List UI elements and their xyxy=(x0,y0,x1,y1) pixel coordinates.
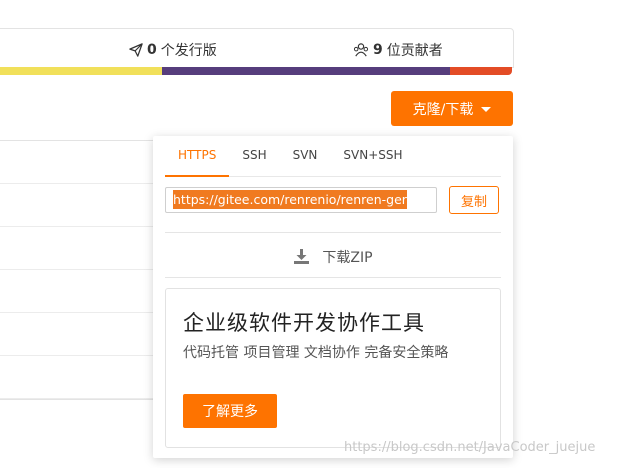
download-icon xyxy=(294,249,310,264)
learn-more-button[interactable]: 了解更多 xyxy=(183,394,277,428)
users-icon xyxy=(353,43,369,57)
language-segment xyxy=(450,67,512,75)
protocol-tabs: HTTPS SSH SVN SVN+SSH xyxy=(165,144,501,177)
releases-stat[interactable]: 0 个发行版 xyxy=(129,40,217,60)
list-item[interactable] xyxy=(0,313,158,356)
tab-https[interactable]: HTTPS xyxy=(165,144,230,177)
watermark: https://blog.csdn.net/JavaCoder_juejue xyxy=(344,440,596,455)
list-item[interactable] xyxy=(0,227,158,270)
tab-svn-ssh[interactable]: SVN+SSH xyxy=(330,144,415,175)
download-zip-label: 下载ZIP xyxy=(322,250,373,266)
contributors-stat[interactable]: 9 位贡献者 xyxy=(353,40,443,60)
promo-subtitle: 代码托管 项目管理 文档协作 完备安全策略 xyxy=(183,345,449,361)
releases-count: 0 xyxy=(147,42,157,58)
contributors-count: 9 xyxy=(373,42,383,58)
language-segment xyxy=(0,67,163,75)
download-zip-button[interactable]: 下载ZIP xyxy=(153,244,513,270)
tab-svn[interactable]: SVN xyxy=(280,144,331,175)
divider xyxy=(165,232,501,233)
language-segment xyxy=(162,67,451,75)
clone-url-value: https://gitee.com/renrenio/renren-ger xyxy=(173,190,407,209)
list-item[interactable] xyxy=(0,184,158,227)
send-icon xyxy=(129,43,143,57)
language-bar xyxy=(0,67,512,75)
clone-download-button[interactable]: 克隆/下载 xyxy=(391,91,513,126)
promo-title: 企业级软件开发协作工具 xyxy=(183,311,425,335)
copy-button[interactable]: 复制 xyxy=(449,186,499,214)
file-list xyxy=(0,140,159,400)
list-item[interactable] xyxy=(0,270,158,313)
list-item[interactable] xyxy=(0,356,158,399)
contributors-label: 位贡献者 xyxy=(386,43,443,59)
list-item[interactable] xyxy=(0,141,158,184)
promo-card: 企业级软件开发协作工具 代码托管 项目管理 文档协作 完备安全策略 了解更多 xyxy=(165,288,501,448)
divider xyxy=(165,277,501,278)
chevron-down-icon xyxy=(481,107,492,112)
releases-label: 个发行版 xyxy=(160,43,217,59)
repo-stats-bar: 0 个发行版 9 位贡献者 xyxy=(0,28,514,68)
clone-url-input[interactable]: https://gitee.com/renrenio/renren-ger xyxy=(165,187,437,213)
clone-download-label: 克隆/下载 xyxy=(412,101,474,118)
tab-ssh[interactable]: SSH xyxy=(229,144,279,175)
clone-popup: HTTPS SSH SVN SVN+SSH https://gitee.com/… xyxy=(153,136,513,458)
